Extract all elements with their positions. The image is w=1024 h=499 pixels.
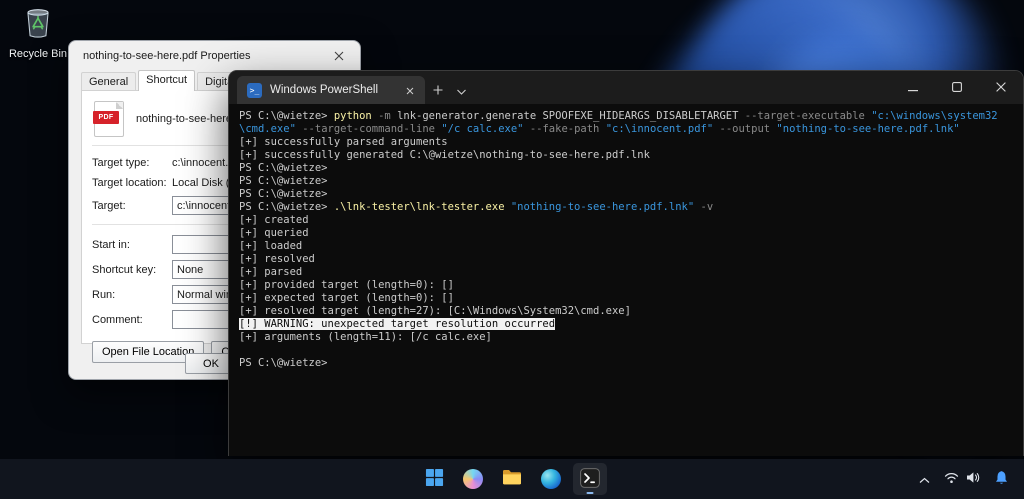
terminal-taskbar-button[interactable] bbox=[573, 463, 607, 495]
close-icon bbox=[996, 80, 1006, 95]
notification-bell-button[interactable] bbox=[989, 465, 1014, 493]
volume-icon bbox=[966, 471, 980, 487]
terminal-icon bbox=[580, 468, 600, 491]
network-icon bbox=[944, 472, 959, 487]
target-type-label: Target type: bbox=[92, 157, 172, 169]
file-explorer-icon bbox=[502, 469, 522, 489]
titlebar-drag-area[interactable] bbox=[471, 71, 891, 104]
tab-dropdown-button[interactable] bbox=[451, 78, 471, 102]
recycle-bin-icon bbox=[21, 5, 55, 46]
target-location-label: Target location: bbox=[92, 177, 172, 189]
bell-icon bbox=[994, 470, 1009, 488]
terminal-line: [+] created bbox=[239, 214, 1013, 227]
close-window-button[interactable] bbox=[979, 71, 1023, 104]
terminal-line: [+] successfully parsed arguments bbox=[239, 136, 1013, 149]
pdf-file-icon: PDF bbox=[94, 101, 124, 137]
file-explorer-button[interactable] bbox=[495, 463, 529, 495]
terminal-titlebar[interactable]: >_ Windows PowerShell bbox=[229, 71, 1023, 104]
terminal-line: [+] provided target (length=0): [] bbox=[239, 279, 1013, 292]
terminal-line: [+] queried bbox=[239, 227, 1013, 240]
terminal-window: >_ Windows PowerShell bbox=[228, 70, 1024, 456]
tab-close-button[interactable] bbox=[401, 81, 419, 99]
start-in-label: Start in: bbox=[92, 239, 172, 251]
terminal-line: [+] loaded bbox=[239, 240, 1013, 253]
window-controls bbox=[891, 71, 1023, 104]
chevron-up-icon bbox=[919, 472, 930, 487]
target-label: Target: bbox=[92, 200, 172, 212]
terminal-line: PS C:\@wietze> bbox=[239, 162, 1013, 175]
terminal-line: [+] arguments (length=11): [/c calc.exe] bbox=[239, 331, 1013, 344]
terminal-line: [+] resolved target (length=27): [C:\Win… bbox=[239, 305, 1013, 318]
close-icon bbox=[334, 49, 344, 64]
terminal-tab[interactable]: >_ Windows PowerShell bbox=[237, 76, 425, 104]
taskbar bbox=[0, 459, 1024, 499]
pdf-badge: PDF bbox=[93, 111, 119, 124]
terminal-line: PS C:\@wietze> bbox=[239, 357, 1013, 370]
terminal-output[interactable]: PS C:\@wietze> python -m lnk-generator.g… bbox=[229, 104, 1023, 376]
minimize-icon bbox=[908, 80, 918, 95]
recycle-bin-shortcut[interactable]: Recycle Bin bbox=[4, 5, 72, 60]
shortcut-key-label: Shortcut key: bbox=[92, 264, 172, 276]
edge-button[interactable] bbox=[534, 463, 568, 495]
start-button[interactable] bbox=[417, 463, 451, 495]
minimize-button[interactable] bbox=[891, 71, 935, 104]
close-icon bbox=[406, 83, 414, 98]
dialog-title: nothing-to-see-here.pdf Properties bbox=[83, 50, 326, 62]
network-volume-button[interactable] bbox=[939, 465, 985, 493]
recycle-bin-label: Recycle Bin bbox=[9, 48, 67, 60]
terminal-line: [+] successfully generated C:\@wietze\no… bbox=[239, 149, 1013, 162]
maximize-button[interactable] bbox=[935, 71, 979, 104]
terminal-line: [!] WARNING: unexpected target resolutio… bbox=[239, 318, 1013, 331]
comment-label: Comment: bbox=[92, 314, 172, 326]
taskbar-center-icons bbox=[417, 459, 607, 499]
terminal-line: PS C:\@wietze> bbox=[239, 175, 1013, 188]
edge-icon bbox=[541, 469, 561, 489]
run-label: Run: bbox=[92, 289, 172, 301]
terminal-line: PS C:\@wietze> bbox=[239, 188, 1013, 201]
copilot-button[interactable] bbox=[456, 463, 490, 495]
maximize-icon bbox=[952, 80, 962, 95]
terminal-line: PS C:\@wietze> .\lnk-tester\lnk-tester.e… bbox=[239, 201, 1013, 214]
terminal-line: PS C:\@wietze> python -m lnk-generator.g… bbox=[239, 110, 1013, 123]
terminal-line bbox=[239, 344, 1013, 357]
terminal-line: \cmd.exe" --target-command-line "/c calc… bbox=[239, 123, 1013, 136]
terminal-line: [+] resolved bbox=[239, 253, 1013, 266]
hidden-icons-button[interactable] bbox=[914, 465, 935, 493]
terminal-line: [+] parsed bbox=[239, 266, 1013, 279]
terminal-tab-title: Windows PowerShell bbox=[270, 84, 393, 96]
new-tab-button[interactable] bbox=[425, 78, 451, 102]
copilot-icon bbox=[463, 469, 483, 489]
powershell-icon: >_ bbox=[247, 83, 262, 98]
tab-shortcut[interactable]: Shortcut bbox=[138, 70, 195, 91]
plus-icon bbox=[433, 83, 443, 98]
tab-general[interactable]: General bbox=[81, 72, 136, 91]
chevron-down-icon bbox=[457, 83, 466, 98]
windows-start-icon bbox=[425, 468, 444, 490]
dialog-titlebar[interactable]: nothing-to-see-here.pdf Properties bbox=[69, 41, 360, 71]
terminal-line: [+] expected target (length=0): [] bbox=[239, 292, 1013, 305]
system-tray bbox=[914, 459, 1024, 499]
dialog-close-button[interactable] bbox=[326, 46, 352, 66]
